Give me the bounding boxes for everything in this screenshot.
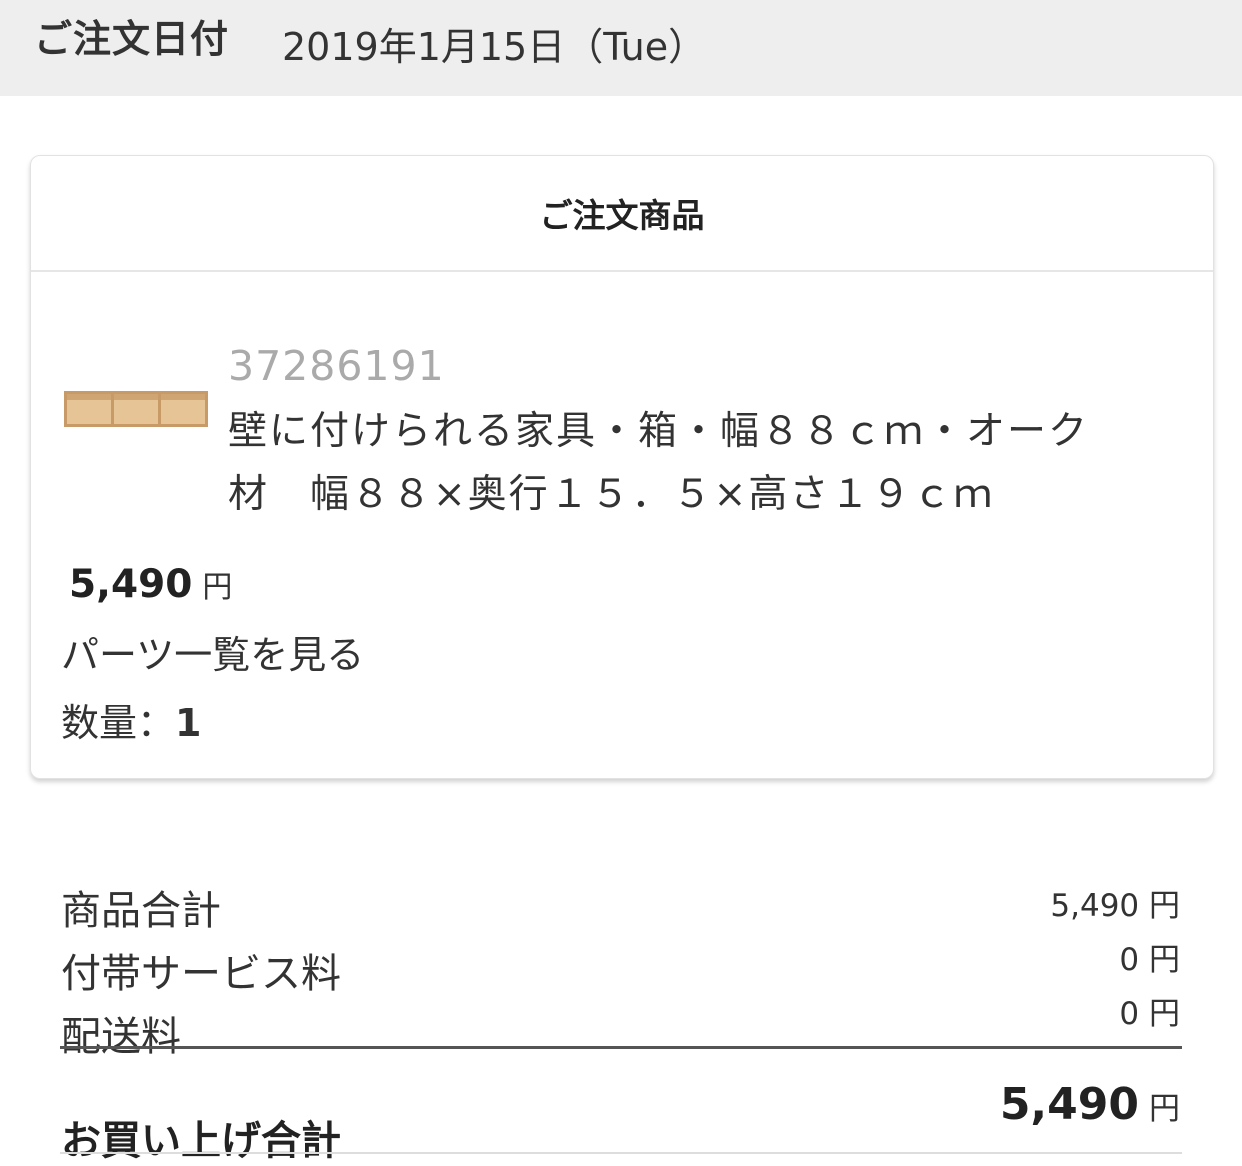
total-unit: 円	[1149, 1091, 1180, 1127]
quantity-value: 1	[175, 701, 202, 745]
order-date-value: 2019年1月15日（Tue）	[282, 25, 707, 69]
summary-shipping-label: 配送料	[61, 1014, 181, 1060]
summary-subtotal-label: 商品合計	[61, 888, 221, 934]
total-value: 5,490 円	[1000, 1079, 1180, 1130]
product-code: 37286191	[228, 342, 445, 390]
product-price-value: 5,490	[69, 562, 193, 607]
order-date-label: ご注文日付	[34, 17, 230, 61]
order-items-header: ご注文商品	[31, 156, 1213, 272]
parts-list-link[interactable]: パーツ一覧を見る	[61, 624, 364, 679]
summary-divider	[60, 1046, 1182, 1049]
product-price-unit: 円	[202, 570, 233, 605]
order-items-card: ご注文商品 37286191 壁に付けられる家具・箱・幅８８ｃｍ・オーク材 幅８…	[30, 155, 1214, 779]
summary-subtotal-value: 5,490 円	[1050, 888, 1180, 924]
summary-service-fee-value: 0 円	[1119, 942, 1180, 978]
summary-shipping-value: 0 円	[1119, 996, 1180, 1032]
order-date-bar: ご注文日付 2019年1月15日（Tue）	[0, 0, 1242, 96]
summary-service-fee-label: 付帯サービス料	[61, 951, 341, 997]
product-name[interactable]: 壁に付けられる家具・箱・幅８８ｃｍ・オーク材 幅８８×奥行１５．５×高さ１９ｃｍ	[228, 400, 1128, 526]
total-label: お買い上げ合計	[61, 1118, 341, 1164]
quantity: 数量：1	[61, 692, 201, 747]
total-amount: 5,490	[999, 1079, 1139, 1130]
product-price: 5,490 円	[69, 562, 232, 607]
quantity-label: 数量：	[61, 701, 176, 745]
bottom-divider	[60, 1152, 1182, 1154]
order-items-title: ご注文商品	[539, 196, 705, 235]
product-thumbnail[interactable]	[63, 389, 209, 429]
